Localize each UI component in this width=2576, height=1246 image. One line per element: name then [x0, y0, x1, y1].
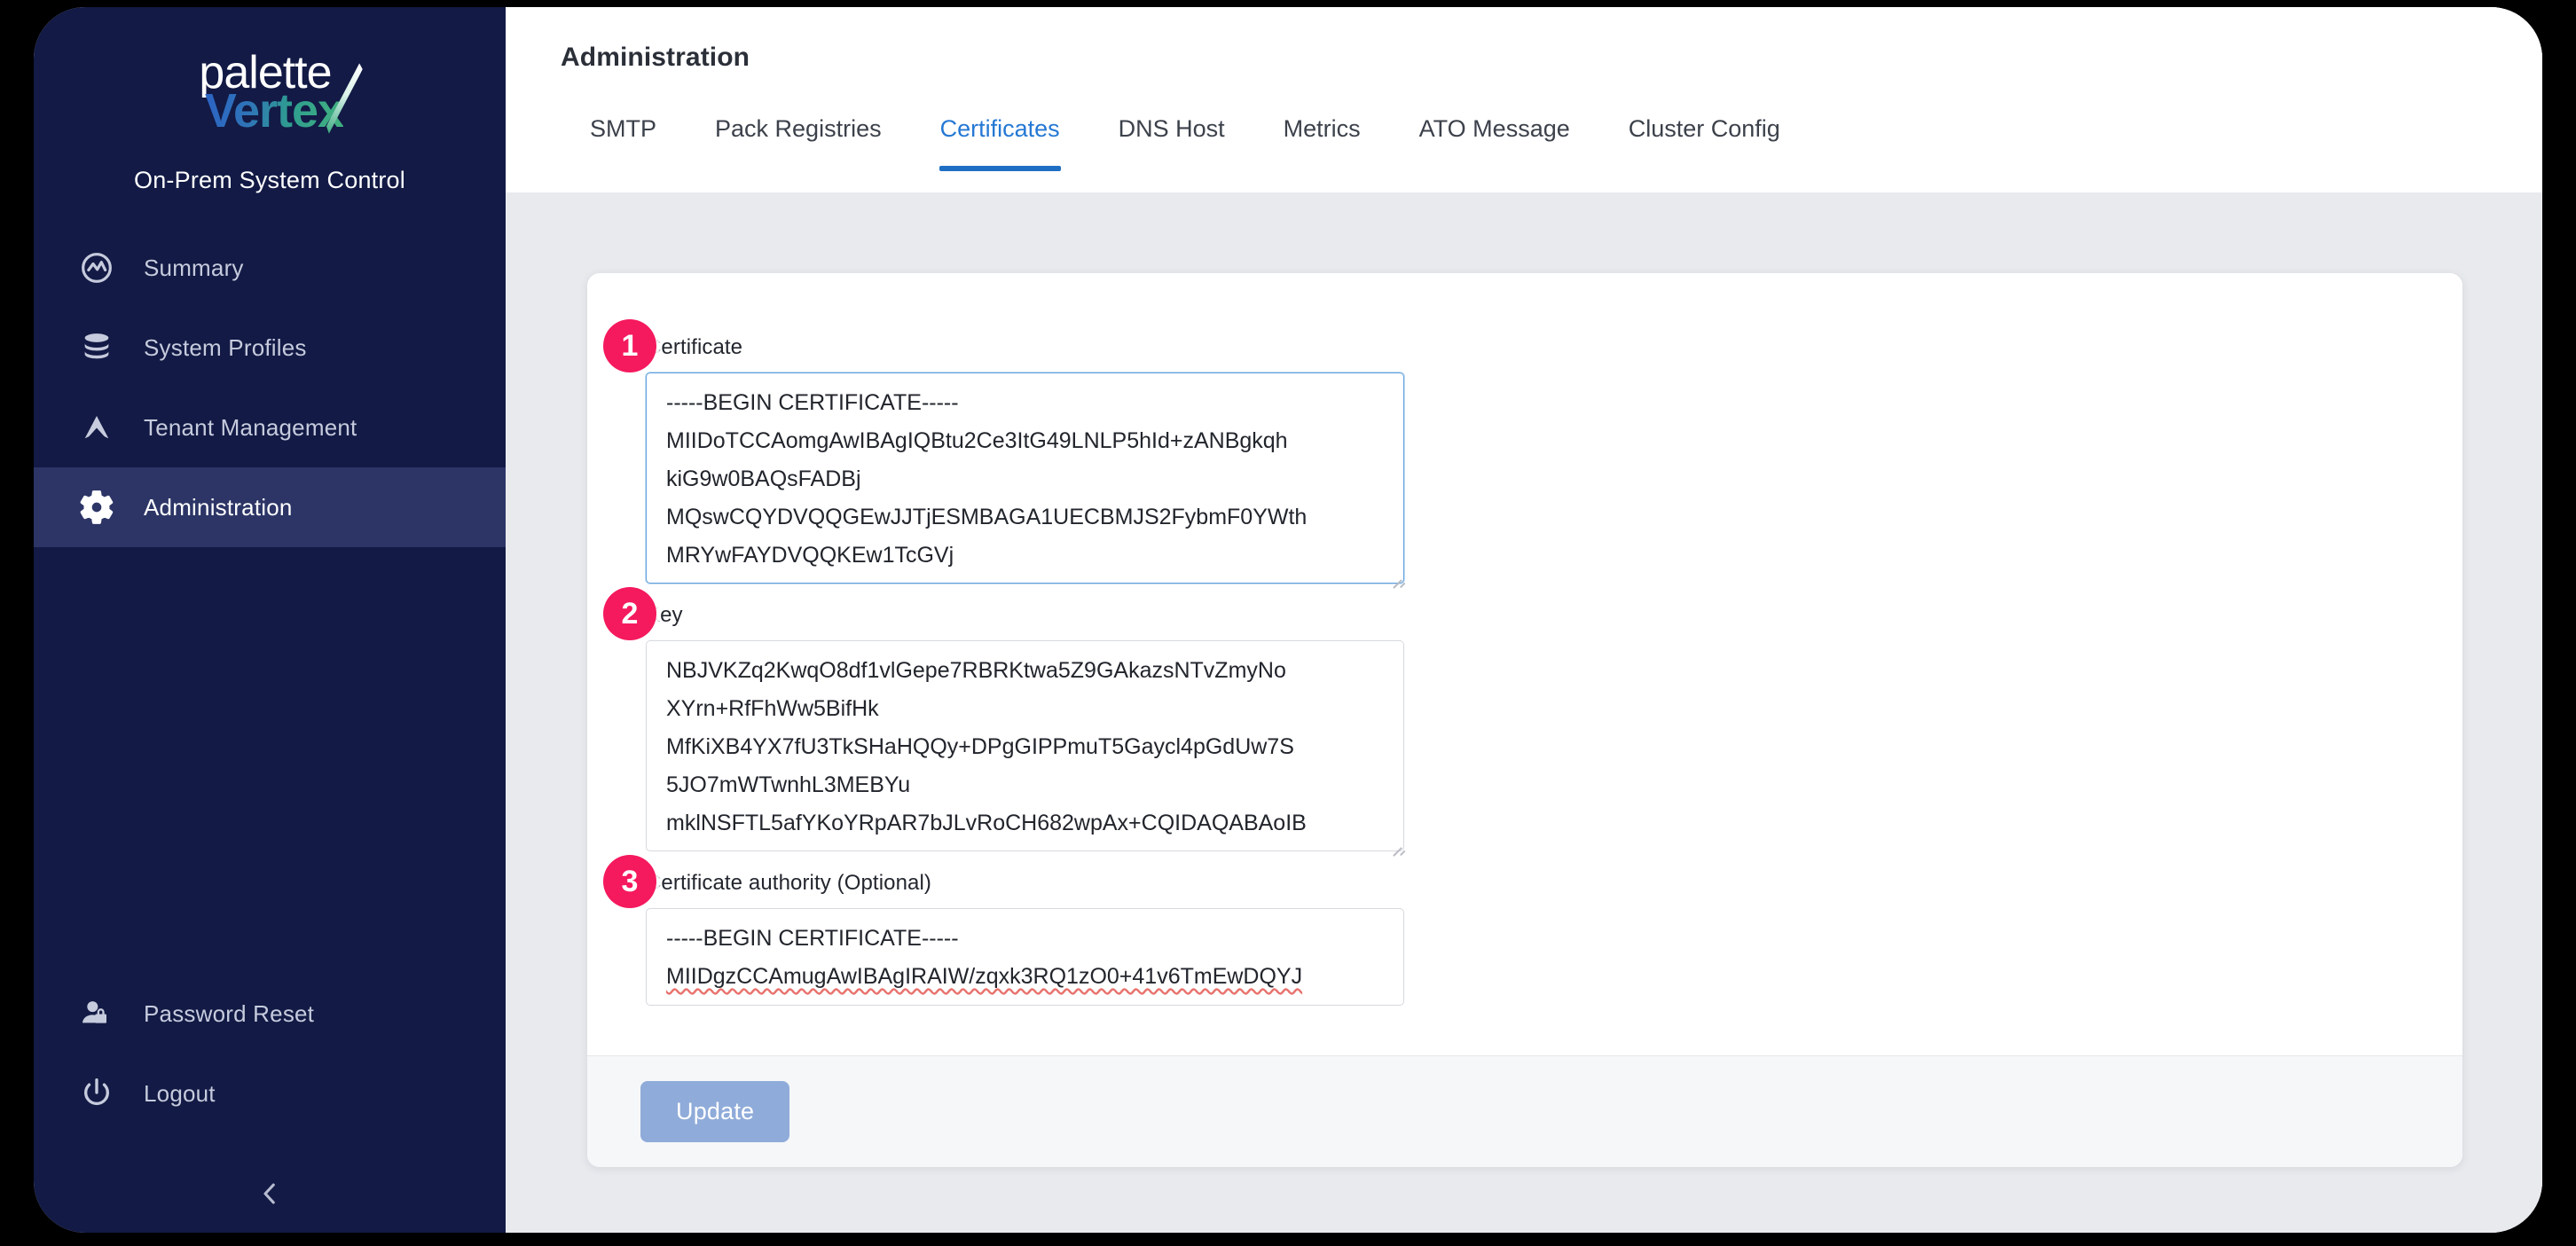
certificate-input[interactable]: -----BEGIN CERTIFICATE----- MIIDoTCCAomg…: [646, 372, 1404, 584]
user-lock-icon: [78, 995, 115, 1032]
header-bar: Administration SMTP Pack Registries Cert…: [506, 7, 2542, 192]
key-input[interactable]: NBJVKZq2KwqO8df1vlGepe7RBRKtwa5Z9GAkazsN…: [646, 640, 1404, 851]
content-area: 1 Certificate -----BEGIN CERTIFICATE----…: [506, 192, 2542, 1233]
certificate-label: Certificate: [646, 335, 743, 359]
tab-certificates[interactable]: Certificates: [911, 101, 1089, 186]
step-badge-3: 3: [603, 855, 656, 908]
sidebar-item-system-profiles[interactable]: System Profiles: [34, 308, 506, 388]
key-field-block: 2 Key NBJVKZq2KwqO8df1vlGepe7RBRKtwa5Z9G…: [603, 587, 2462, 851]
sidebar-collapse-button[interactable]: [34, 1179, 506, 1213]
gear-icon: [78, 489, 115, 526]
certificates-settings-card: 1 Certificate -----BEGIN CERTIFICATE----…: [587, 273, 2462, 1167]
sidebar-item-label: Password Reset: [144, 999, 315, 1027]
tab-bar: SMTP Pack Registries Certificates DNS Ho…: [561, 101, 2542, 186]
sidebar-item-label: Logout: [144, 1079, 216, 1107]
logo-vertex-wrap: Vertex: [205, 87, 343, 135]
certificate-authority-input[interactable]: -----BEGIN CERTIFICATE----- MIIDgzCCAmugA…: [646, 908, 1404, 1006]
sidebar-item-administration[interactable]: Administration: [34, 467, 506, 547]
sidebar-item-password-reset[interactable]: Password Reset: [34, 974, 506, 1054]
key-label: Key: [646, 603, 683, 627]
sidebar: palette Vertex On-Prem System Control Su…: [34, 7, 506, 1233]
summary-pulse-icon: [78, 249, 115, 286]
sidebar-item-label: Summary: [144, 254, 244, 281]
step-badge-1: 1: [603, 319, 656, 372]
database-stack-icon: [78, 329, 115, 366]
sidebar-item-label: System Profiles: [144, 333, 307, 361]
tab-ato-message[interactable]: ATO Message: [1390, 101, 1599, 186]
update-button[interactable]: Update: [640, 1081, 790, 1142]
tab-label: Metrics: [1283, 115, 1361, 142]
main-content: Administration SMTP Pack Registries Cert…: [506, 7, 2542, 1233]
card-footer: Update: [587, 1055, 2462, 1167]
tab-label: Cluster Config: [1628, 115, 1780, 142]
certificate-authority-field-block: 3 Certificate authority (Optional) -----…: [603, 855, 2462, 1006]
sidebar-item-summary[interactable]: Summary: [34, 228, 506, 308]
logo-text-vertex: Vertex: [204, 84, 344, 137]
tab-metrics[interactable]: Metrics: [1254, 101, 1390, 186]
tab-cluster-config[interactable]: Cluster Config: [1599, 101, 1810, 186]
tab-label: Certificates: [939, 115, 1060, 142]
tab-label: DNS Host: [1118, 115, 1225, 142]
tab-pack-registries[interactable]: Pack Registries: [686, 101, 911, 186]
sidebar-item-label: Administration: [144, 493, 293, 521]
brand-logo: palette Vertex: [34, 7, 506, 135]
sidebar-nav-bottom: Password Reset Logout: [34, 974, 506, 1133]
power-icon: [78, 1075, 115, 1112]
tenant-chevron-icon: [78, 409, 115, 446]
certificates-form: 1 Certificate -----BEGIN CERTIFICATE----…: [587, 273, 2462, 1055]
sidebar-item-label: Tenant Management: [144, 413, 357, 441]
chevron-left-icon: [255, 1179, 285, 1213]
sidebar-nav-main: Summary System Profiles Tenant Managemen…: [34, 228, 506, 547]
sidebar-item-logout[interactable]: Logout: [34, 1054, 506, 1133]
tab-dns-host[interactable]: DNS Host: [1089, 101, 1254, 186]
tab-label: ATO Message: [1418, 115, 1570, 142]
certificate-field-block: 1 Certificate -----BEGIN CERTIFICATE----…: [603, 319, 2462, 584]
application-window: palette Vertex On-Prem System Control Su…: [34, 7, 2542, 1233]
tab-label: SMTP: [590, 115, 657, 142]
tab-smtp[interactable]: SMTP: [561, 101, 686, 186]
product-title: On-Prem System Control: [134, 167, 405, 193]
step-badge-2: 2: [603, 587, 656, 640]
page-title: Administration: [561, 43, 750, 72]
sidebar-item-tenant-management[interactable]: Tenant Management: [34, 388, 506, 467]
certificate-authority-label: Certificate authority (Optional): [646, 871, 931, 895]
tab-label: Pack Registries: [715, 115, 882, 142]
